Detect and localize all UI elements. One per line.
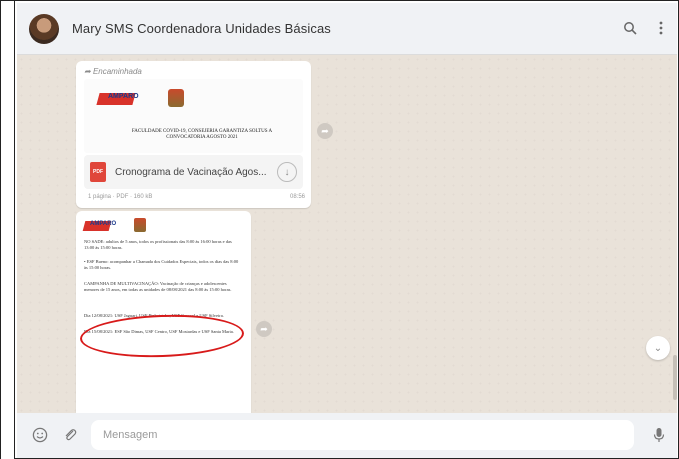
city-seal-icon xyxy=(168,89,184,107)
search-icon[interactable] xyxy=(623,21,637,38)
image-text-para: NO SADE: adultos de 5 anos, todos os pro… xyxy=(84,239,232,250)
chat-window: Mary SMS Coordenadora Unidades Básicas ➦… xyxy=(17,3,677,458)
chevron-down-icon[interactable]: ⌄ xyxy=(646,336,670,360)
message-bubble-document[interactable]: ➦ Encaminhada AMPARO FACULDADE COVID-19,… xyxy=(76,61,311,208)
left-margin xyxy=(1,1,15,459)
paperclip-icon[interactable] xyxy=(62,427,78,443)
contact-name[interactable]: Mary SMS Coordenadora Unidades Básicas xyxy=(72,21,331,36)
microphone-icon[interactable] xyxy=(651,427,667,443)
city-seal-icon xyxy=(134,218,146,232)
screenshot-frame: Mary SMS Coordenadora Unidades Básicas ➦… xyxy=(0,0,679,459)
amparo-logo-text: AMPARO xyxy=(108,93,139,100)
message-time: 08:56 xyxy=(289,194,305,200)
document-preview[interactable]: AMPARO FACULDADE COVID-19, CONSEJERIA GA… xyxy=(84,79,303,153)
message-list[interactable]: ➦ Encaminhada AMPARO FACULDADE COVID-19,… xyxy=(17,55,677,421)
scrollbar-thumb[interactable] xyxy=(673,355,677,400)
file-name[interactable]: Cronograma de Vacinação Agos... xyxy=(115,167,267,178)
image-text-para: CAMPANHA DE MULTIVACINAÇÃO: Vacinação de… xyxy=(84,281,232,292)
message-bubble-image[interactable]: AMPARO NO SADE: adultos de 5 anos, todos… xyxy=(76,211,251,421)
image-text-para: • ESF Bueno: acompanhar a Chamada dos Cu… xyxy=(84,259,239,270)
message-composer xyxy=(17,413,677,458)
file-attachment[interactable]: PDF Cronograma de Vacinação Agos... ↓ xyxy=(84,155,303,189)
document-heading: FACULDADE COVID-19, CONSEJERIA GARANTIZA… xyxy=(131,129,273,140)
emoji-icon[interactable] xyxy=(32,427,48,443)
download-icon[interactable]: ↓ xyxy=(277,162,297,182)
red-highlight-oval xyxy=(79,312,245,360)
chat-header[interactable]: Mary SMS Coordenadora Unidades Básicas xyxy=(17,3,677,55)
more-vert-icon[interactable] xyxy=(659,21,663,38)
message-input[interactable] xyxy=(91,420,634,450)
share-icon[interactable]: ➦ xyxy=(256,321,272,337)
share-icon[interactable]: ➦ xyxy=(317,123,333,139)
amparo-logo-text: AMPARO xyxy=(90,221,117,227)
pdf-icon: PDF xyxy=(90,162,106,182)
forwarded-label: ➦ Encaminhada xyxy=(84,67,142,76)
avatar[interactable] xyxy=(29,13,59,44)
file-meta: 1 página · PDF · 160 kB xyxy=(88,194,153,200)
